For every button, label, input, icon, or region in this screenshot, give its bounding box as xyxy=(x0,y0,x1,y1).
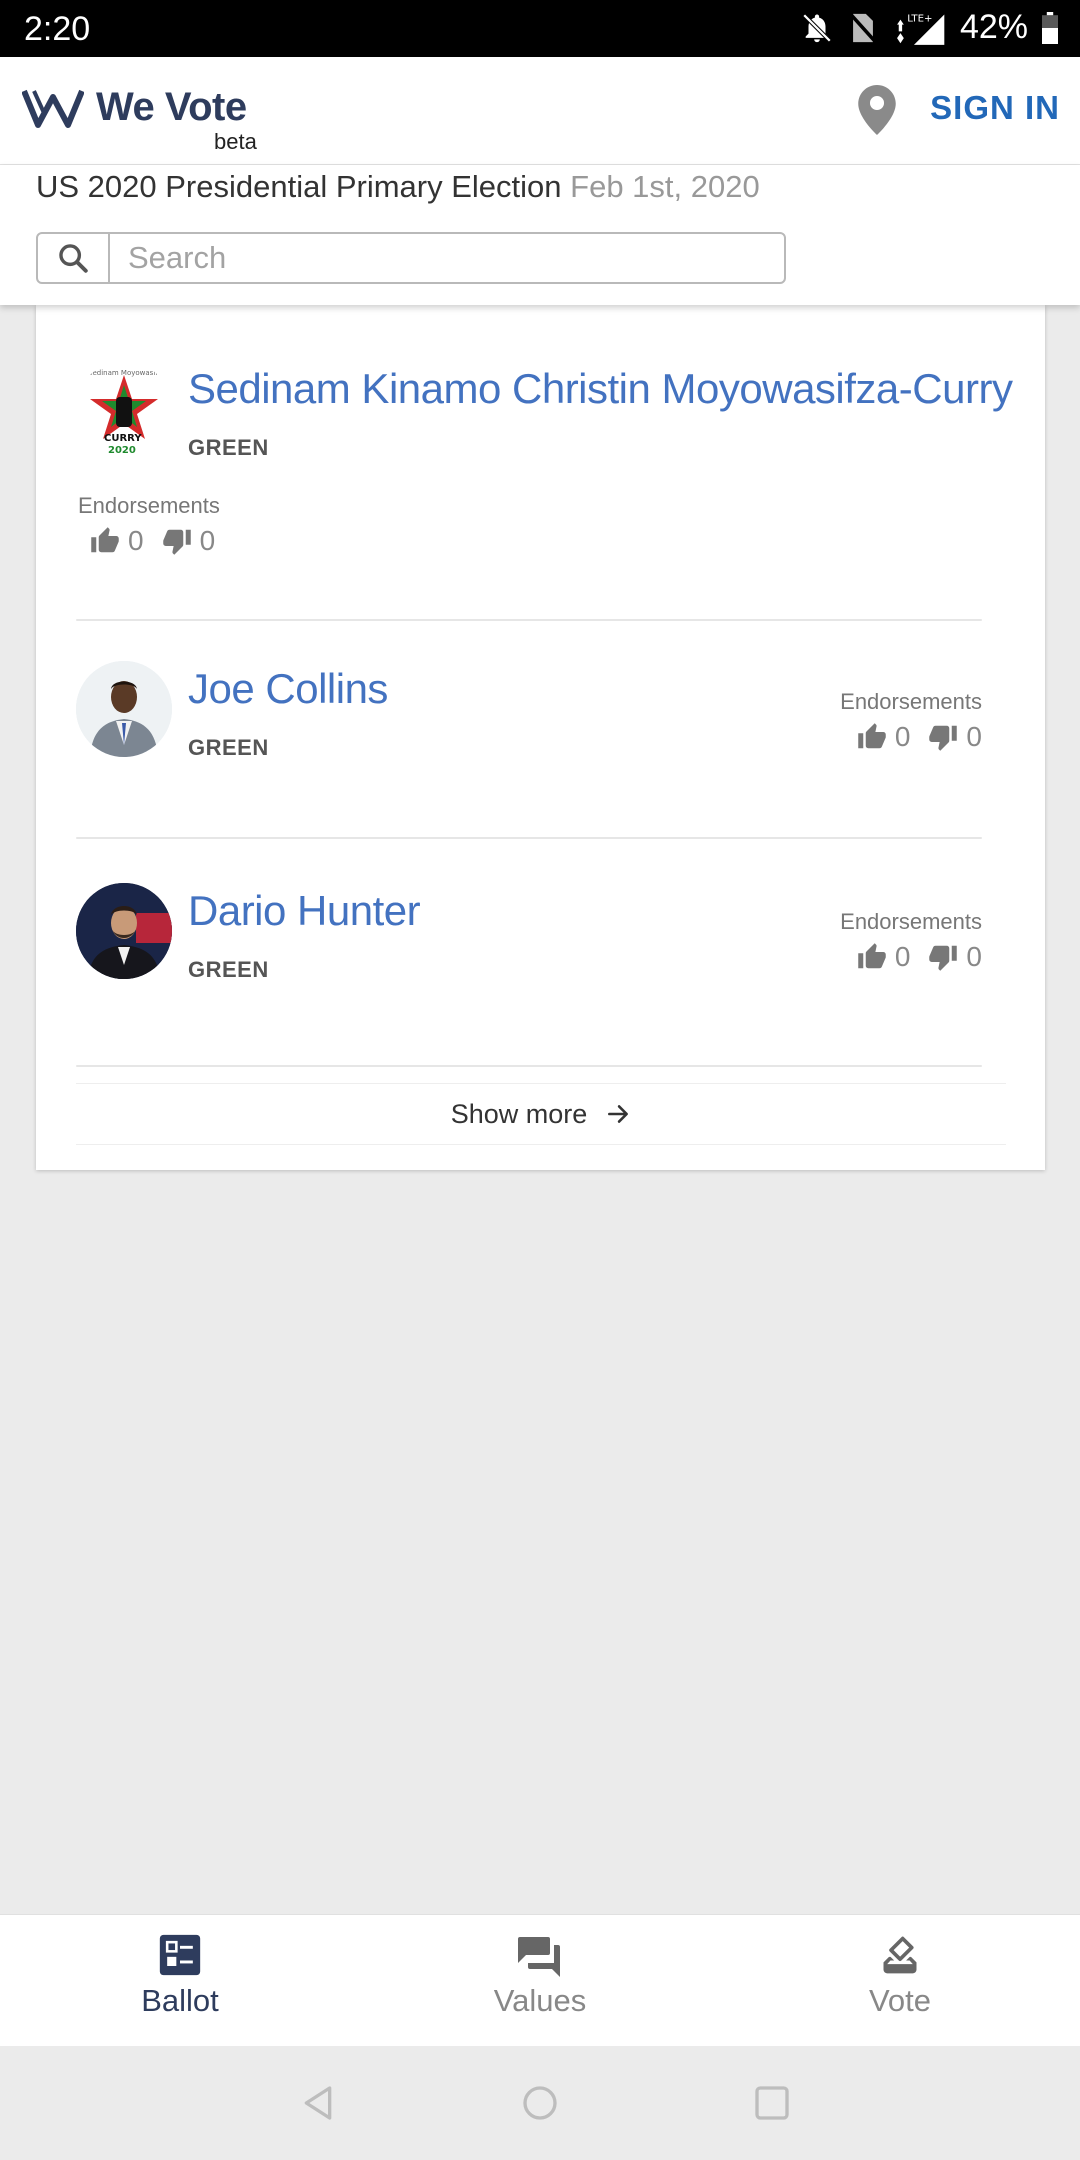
recents-icon[interactable] xyxy=(752,2082,792,2124)
notifications-off-icon xyxy=(802,13,832,42)
location-pin-icon[interactable] xyxy=(858,85,896,135)
home-icon[interactable] xyxy=(520,2082,560,2124)
app-header: We Vote beta SIGN IN xyxy=(0,57,1080,165)
battery-icon xyxy=(1042,11,1058,44)
nav-ballot[interactable]: Ballot xyxy=(80,1933,280,2019)
values-icon xyxy=(518,1937,560,1977)
endorsements-label: Endorsements xyxy=(840,689,982,714)
nav-values-label: Values xyxy=(493,1983,587,2018)
candidate-photo-icon xyxy=(76,883,172,979)
divider xyxy=(76,619,982,621)
thumbs-up-icon[interactable] xyxy=(857,942,887,972)
signal-icon: LTE+ xyxy=(897,13,945,45)
status-icons: LTE+ 42% xyxy=(800,8,1058,47)
candidate-list-card: Sedinam Moyowasifza CURRY 2020 Sedinam K… xyxy=(36,305,1045,1170)
nav-ballot-label: Ballot xyxy=(141,1983,219,2018)
nav-vote[interactable]: Vote xyxy=(800,1933,1000,2019)
show-more-label: Show more xyxy=(450,1098,588,1129)
svg-text:CURRY: CURRY xyxy=(104,433,142,444)
ballot-icon xyxy=(159,1934,201,1976)
candidate-item[interactable]: Dario Hunter GREEN Endorsements 0 0 xyxy=(76,843,982,1068)
status-bar: 2:20 LTE+ 42% xyxy=(0,0,1080,57)
election-title[interactable]: US 2020 Presidential Primary Election Fe… xyxy=(36,169,760,205)
thumbs-up-icon[interactable] xyxy=(90,526,120,556)
thumbs-down-icon[interactable] xyxy=(928,942,958,972)
search-input[interactable] xyxy=(110,234,784,282)
we-vote-logo-icon[interactable] xyxy=(22,87,84,129)
endorsements-label: Endorsements xyxy=(840,909,982,934)
status-time: 2:20 xyxy=(24,10,91,48)
oppose-count: 0 xyxy=(199,525,216,556)
battery-level: 42% xyxy=(959,8,1028,46)
no-sim-icon xyxy=(848,12,878,43)
nav-vote-label: Vote xyxy=(868,1983,932,2018)
candidate-avatar[interactable]: Sedinam Moyowasifza CURRY 2020 xyxy=(76,361,172,457)
endorsements-counts: 0 0 xyxy=(857,941,982,973)
svg-text:Sedinam Moyowasifza: Sedinam Moyowasifza xyxy=(88,369,166,377)
search-box xyxy=(36,232,786,284)
candidate-avatar[interactable] xyxy=(76,883,172,979)
candidate-name[interactable]: Sedinam Kinamo Christin Moyowasifza-Curr… xyxy=(188,365,1013,413)
endorsements-counts: 0 0 xyxy=(90,525,215,557)
brand-name[interactable]: We Vote xyxy=(96,85,247,130)
support-count: 0 xyxy=(128,525,144,556)
arrow-right-icon xyxy=(608,1105,629,1123)
support-count: 0 xyxy=(894,941,911,972)
candidate-avatar[interactable] xyxy=(76,661,172,757)
support-count: 0 xyxy=(894,721,911,752)
candidate-item[interactable]: Sedinam Moyowasifza CURRY 2020 Sedinam K… xyxy=(76,305,1013,623)
svg-text:LTE+: LTE+ xyxy=(907,13,932,24)
candidate-party: GREEN xyxy=(188,435,269,460)
oppose-count: 0 xyxy=(966,941,982,972)
thumbs-up-icon[interactable] xyxy=(857,722,887,752)
vote-icon xyxy=(883,1936,917,1974)
candidate-item[interactable]: Joe Collins GREEN Endorsements 0 0 xyxy=(76,623,982,843)
election-date: Feb 1st, 2020 xyxy=(570,169,760,204)
endorsements-counts: 0 0 xyxy=(857,721,982,753)
thumbs-down-icon[interactable] xyxy=(928,722,958,752)
candidate-party: GREEN xyxy=(188,735,269,760)
search-button[interactable] xyxy=(38,234,110,282)
nav-values[interactable]: Values xyxy=(440,1933,640,2019)
bottom-nav: Ballot Values Vote xyxy=(0,1914,1080,2046)
system-nav-bar xyxy=(0,2046,1080,2160)
endorsements-label: Endorsements xyxy=(78,493,220,518)
divider xyxy=(76,1065,982,1067)
show-more-button[interactable]: Show more xyxy=(76,1083,1006,1145)
beta-label: beta xyxy=(214,129,257,154)
candidate-name[interactable]: Dario Hunter xyxy=(188,887,421,935)
oppose-count: 0 xyxy=(966,721,982,752)
thumbs-down-icon[interactable] xyxy=(162,526,192,556)
candidate-photo-icon xyxy=(76,661,172,757)
candidate-party: GREEN xyxy=(188,957,269,982)
back-icon[interactable] xyxy=(298,2082,338,2124)
candidate-name[interactable]: Joe Collins xyxy=(188,665,388,713)
campaign-logo-icon: Sedinam Moyowasifza CURRY 2020 xyxy=(88,369,166,456)
election-name: US 2020 Presidential Primary Election xyxy=(36,169,562,204)
divider xyxy=(76,837,982,839)
svg-text:2020: 2020 xyxy=(108,445,136,456)
election-header: US 2020 Presidential Primary Election Fe… xyxy=(0,165,1080,305)
sign-in-button[interactable]: SIGN IN xyxy=(930,89,1060,127)
search-icon xyxy=(59,244,88,273)
